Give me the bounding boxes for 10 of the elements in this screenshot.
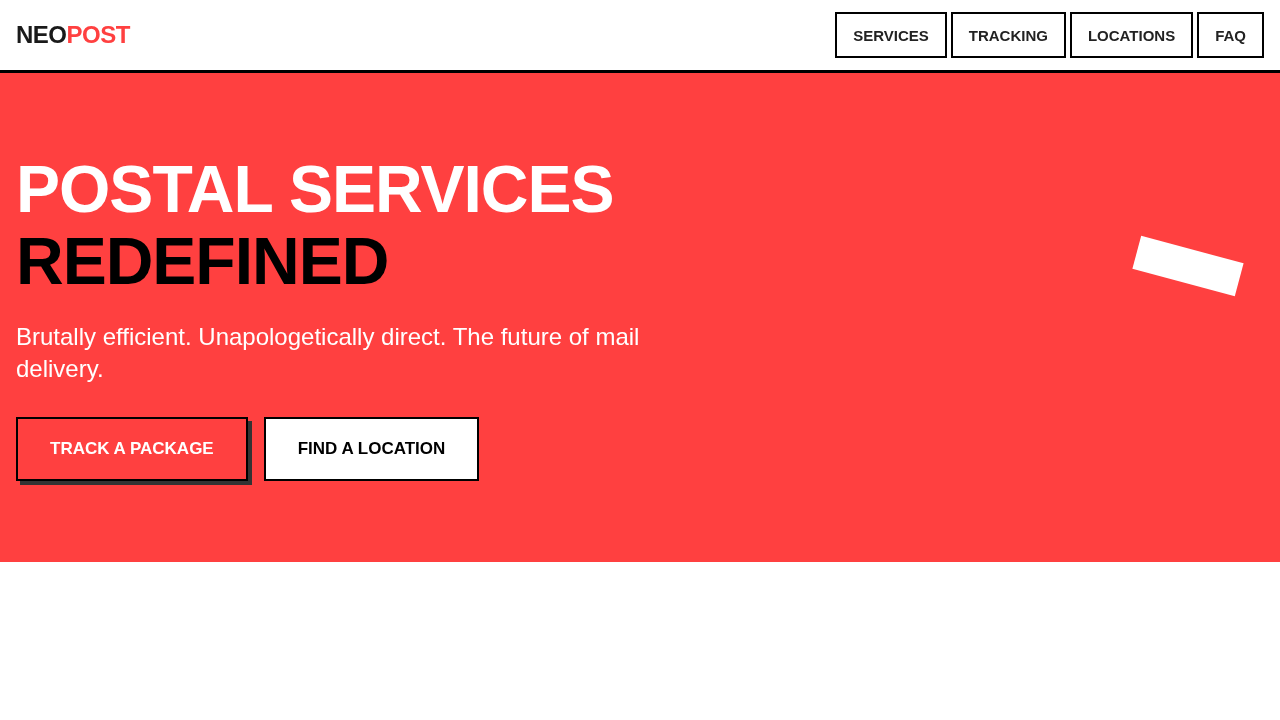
cta-button[interactable]: FIND A LOCATION bbox=[263, 417, 480, 481]
nav-link[interactable]: SERVICES bbox=[835, 12, 947, 58]
nav-link[interactable]: LOCATIONS bbox=[1069, 12, 1194, 58]
hero-title: POSTAL SERVICES bbox=[16, 153, 614, 225]
nav-link[interactable]: FAQ bbox=[1197, 12, 1264, 58]
logo-text: NEO bbox=[16, 21, 67, 48]
nav-link[interactable]: TRACKING bbox=[950, 12, 1066, 58]
hero-subtitle: Brutally efficient. Unapologetically direct. The future of mail delivery. bbox=[16, 322, 641, 384]
logo-accent-text: POST bbox=[66, 21, 130, 48]
hero-title: REDEFINED bbox=[16, 225, 389, 297]
